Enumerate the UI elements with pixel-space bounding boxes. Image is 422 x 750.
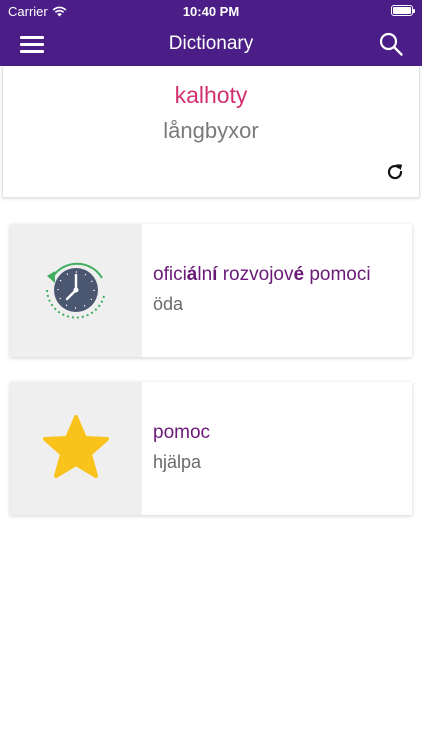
status-bar: Carrier 10:40 PM [0, 0, 422, 22]
title-part-highlight: á [186, 264, 198, 285]
status-time: 10:40 PM [182, 4, 240, 19]
favorites-icon-box [10, 382, 142, 515]
title-part: rozvojov [217, 264, 294, 285]
history-title: oficiální rozvojové pomoci [153, 264, 371, 286]
favorites-subtitle: hjälpa [153, 452, 202, 472]
title-part: ofici [153, 264, 187, 285]
history-card[interactable]: oficiální rozvojové pomoci öda [10, 224, 412, 357]
history-clock-icon [46, 262, 105, 319]
history-icon-box [10, 224, 142, 357]
nav-bar: Dictionary [0, 22, 422, 66]
favorites-title: pomoc [153, 422, 211, 443]
refresh-icon[interactable] [385, 162, 405, 182]
star-icon [43, 415, 109, 478]
favorites-card[interactable]: pomoc hjälpa [10, 382, 412, 515]
search-icon[interactable] [378, 31, 404, 57]
word-text: kalhoty [174, 82, 248, 108]
history-subtitle: öda [153, 294, 184, 314]
word-translation: långbyxor [163, 118, 259, 143]
word-card: kalhoty långbyxor [2, 66, 420, 198]
page-title: Dictionary [168, 33, 254, 54]
title-part: pomoci [304, 264, 371, 285]
battery-icon [391, 5, 415, 16]
title-part: ln [197, 264, 213, 285]
title-part-highlight: é [293, 264, 305, 285]
